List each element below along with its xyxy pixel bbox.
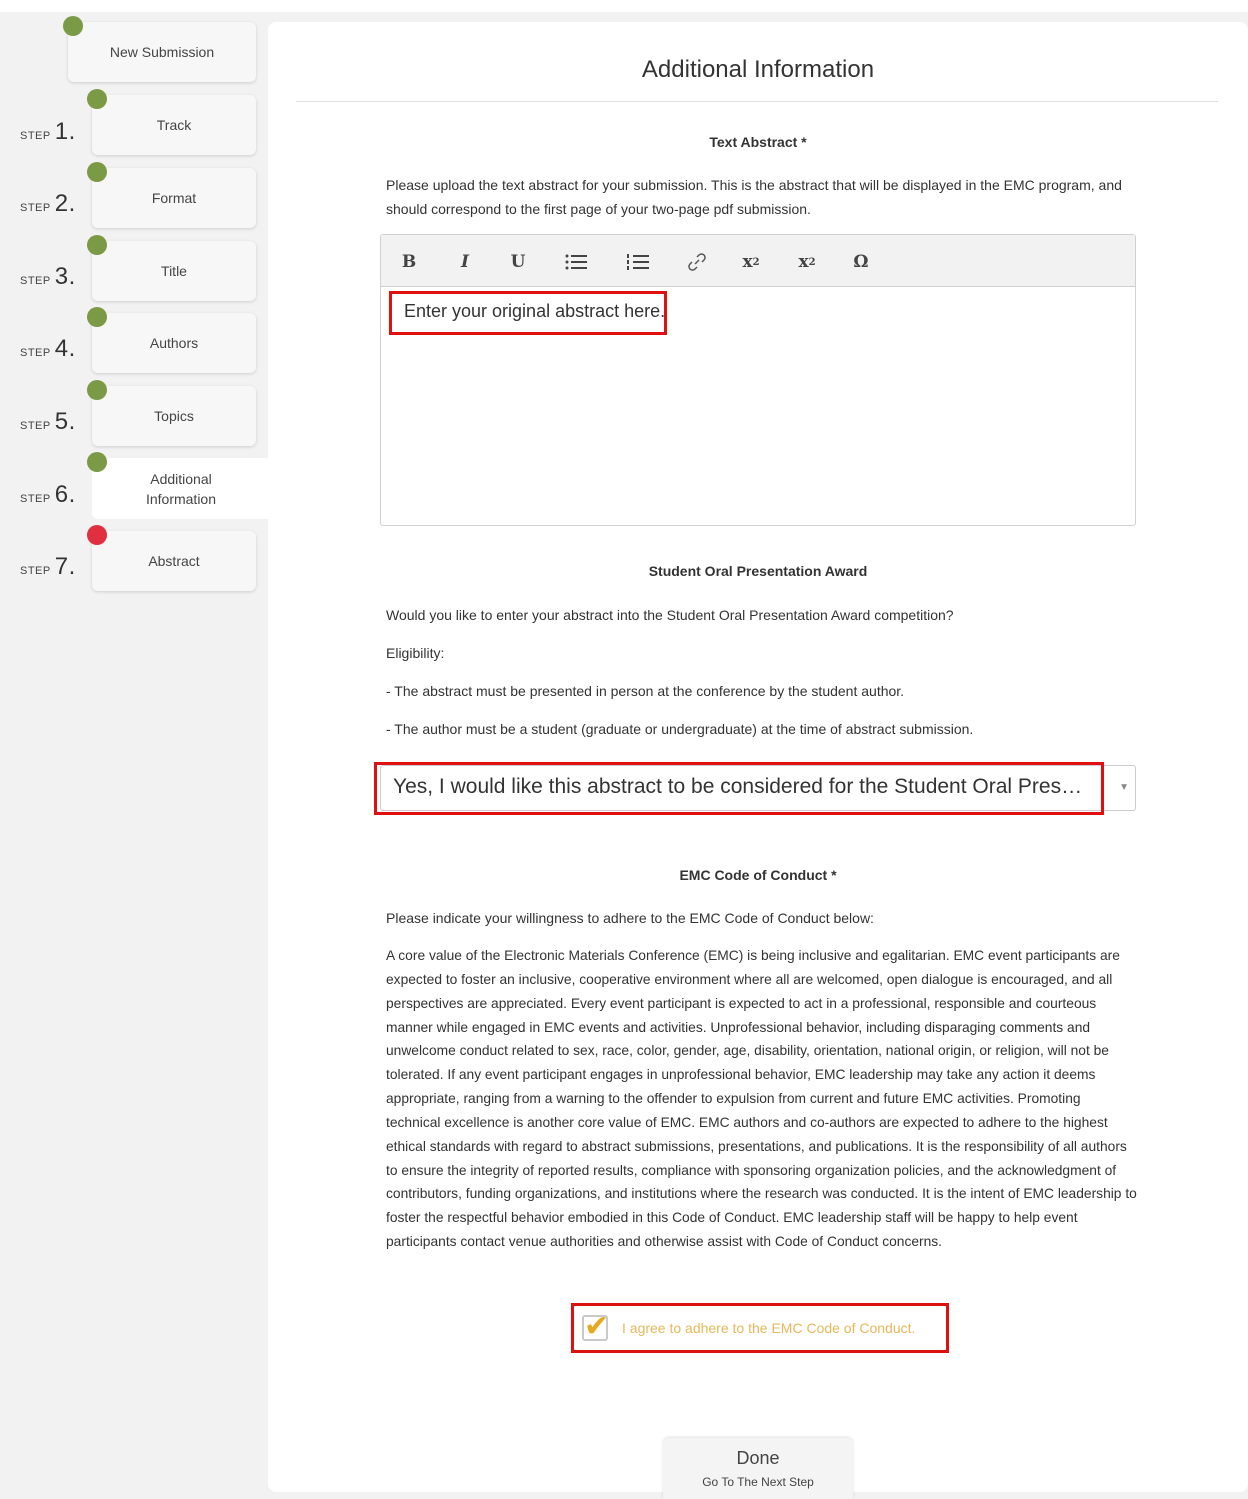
eligibility-label: Eligibility:	[386, 645, 445, 661]
status-dot-complete	[87, 89, 107, 109]
student-award-title: Student Oral Presentation Award	[648, 563, 868, 579]
status-dot-complete	[87, 162, 107, 182]
steps-sidebar: New Submission STEP 1. Track STEP 2. Forma…	[0, 0, 270, 1499]
done-button[interactable]: Done Go To The Next Step	[663, 1438, 853, 1499]
sidebar-item-new-submission[interactable]: New Submission	[68, 22, 256, 82]
sidebar-item-authors[interactable]: Authors	[92, 313, 256, 373]
underline-button[interactable]: U	[508, 251, 528, 273]
step-number: STEP 5.	[20, 408, 76, 435]
sidebar-item-label: Topics	[154, 408, 194, 424]
sidebar-item-track[interactable]: Track	[92, 95, 256, 155]
subscript-button[interactable]: x2	[797, 251, 817, 273]
bold-button[interactable]: B	[399, 251, 419, 273]
page-title: Additional Information	[641, 56, 875, 83]
italic-button[interactable]: I	[455, 251, 475, 273]
text-abstract-description: Please upload the text abstract for your…	[386, 177, 1122, 217]
student-award-selected-value[interactable]: Yes, I would like this abstract to be co…	[374, 762, 1104, 815]
numbered-list-icon[interactable]	[627, 251, 649, 273]
status-dot-incomplete	[87, 525, 107, 545]
step-number: STEP 6.	[20, 481, 76, 508]
status-dot-complete	[87, 235, 107, 255]
sidebar-item-label: New Submission	[109, 44, 215, 60]
agree-label[interactable]: I agree to adhere to the EMC Code of Con…	[622, 1320, 915, 1336]
chevron-down-icon[interactable]: ▼	[1119, 782, 1129, 793]
step-number: STEP 3.	[20, 263, 76, 290]
sidebar-item-label: Format	[151, 190, 197, 206]
bullet-list-icon[interactable]	[565, 251, 587, 273]
abstract-text-area[interactable]: Enter your original abstract here.	[389, 291, 667, 335]
step-number: STEP 1.	[20, 118, 76, 145]
agree-checkbox-row[interactable]: ✔ I agree to adhere to the EMC Code of C…	[571, 1303, 949, 1353]
done-sublabel: Go To The Next Step	[702, 1475, 814, 1489]
abstract-editor[interactable]: B I U x2 x2 Ω Enter your original abstra…	[380, 234, 1136, 526]
main-panel: Additional Information Text Abstract * P…	[268, 22, 1248, 1499]
checkmark-icon: ✔	[584, 1309, 610, 1344]
status-dot-complete	[63, 16, 83, 36]
superscript-button[interactable]: x2	[741, 251, 761, 273]
link-icon[interactable]	[687, 251, 707, 273]
done-label: Done	[736, 1448, 780, 1468]
sidebar-item-label: Abstract	[148, 553, 200, 569]
code-of-conduct-instruction: Please indicate your willingness to adhe…	[386, 910, 874, 926]
sidebar-item-title[interactable]: Title	[92, 241, 256, 301]
sidebar-item-label: Additional Information	[145, 470, 217, 507]
status-dot-complete	[87, 452, 107, 472]
sidebar-item-abstract[interactable]: Abstract	[92, 531, 256, 591]
status-dot-complete	[87, 380, 107, 400]
sidebar-item-additional-information[interactable]: Additional Information	[92, 458, 270, 519]
code-of-conduct-title: EMC Code of Conduct *	[679, 867, 837, 883]
text-abstract-title: Text Abstract *	[709, 134, 807, 150]
sidebar-item-format[interactable]: Format	[92, 168, 256, 228]
editor-toolbar: B I U x2 x2 Ω	[381, 235, 1135, 287]
sidebar-item-label: Authors	[149, 335, 199, 351]
step-number: STEP 4.	[20, 335, 76, 362]
student-award-select[interactable]: Yes, I would like this abstract to be co…	[374, 762, 1136, 815]
sidebar-item-label: Track	[156, 117, 192, 133]
eligibility-rule: - The author must be a student (graduate…	[386, 721, 974, 737]
title-divider	[296, 101, 1218, 102]
sidebar-item-label: Title	[161, 263, 187, 279]
eligibility-rule: - The abstract must be presented in pers…	[386, 683, 905, 699]
step-number: STEP 2.	[20, 190, 76, 217]
sidebar-item-topics[interactable]: Topics	[92, 386, 256, 446]
agree-checkbox[interactable]: ✔	[582, 1309, 609, 1344]
step-number: STEP 7.	[20, 553, 76, 580]
special-char-button[interactable]: Ω	[851, 251, 871, 273]
code-of-conduct-body: A core value of the Electronic Materials…	[386, 948, 1137, 1250]
student-award-question: Would you like to enter your abstract in…	[386, 607, 954, 623]
status-dot-complete	[87, 307, 107, 327]
